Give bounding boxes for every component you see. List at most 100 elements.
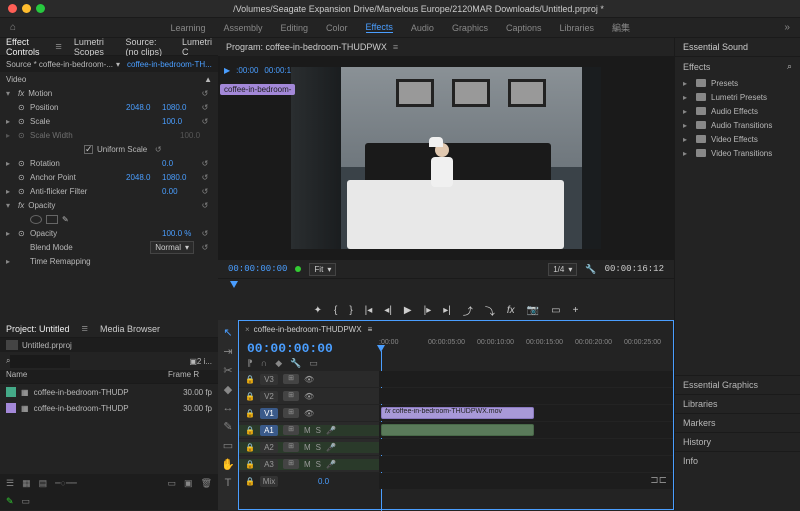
settings-icon[interactable]: 🔧 [290, 358, 301, 369]
reset-icon[interactable]: ↺ [198, 159, 212, 168]
lock-icon[interactable]: 🔒 [245, 375, 255, 384]
selection-tool-icon[interactable]: ↖ [223, 326, 232, 339]
icon-view-icon[interactable]: ▦ [22, 478, 31, 489]
list-item[interactable]: ▦ coffee-in-bedroom-THUDP 30.00 fp [0, 384, 218, 400]
presets-row[interactable]: ▸Presets [675, 76, 800, 90]
bin-filter-icon[interactable]: ▣ [189, 357, 197, 366]
rectangle-tool-icon[interactable]: ▭ [223, 439, 233, 452]
workspace-graphics[interactable]: Graphics [452, 23, 488, 33]
audio-transitions-row[interactable]: ▸Audio Transitions [675, 118, 800, 132]
source-clip-link[interactable]: coffee-in-bedroom-TH... [127, 60, 212, 69]
comparison-icon[interactable]: ▭ [551, 305, 560, 316]
tab-source[interactable]: Source: (no clips) [126, 37, 170, 57]
lock-icon[interactable]: 🔒 [245, 426, 255, 435]
reset-icon[interactable]: ↺ [198, 187, 212, 196]
timecode-right[interactable]: 00:00:16:12 [605, 264, 664, 274]
search-input[interactable] [10, 355, 70, 368]
snap-icon[interactable]: ⁋ [247, 358, 253, 369]
clear-icon[interactable]: 🗑 [201, 478, 212, 489]
tab-lumetri-scopes[interactable]: Lumetri Scopes [74, 37, 114, 57]
mute-button[interactable]: M [304, 426, 311, 435]
video-clip[interactable]: fx coffee-in-bedroom-THUDPWX.mov [381, 407, 534, 419]
eye-icon[interactable]: 👁 [304, 375, 314, 384]
panel-menu-icon[interactable]: ≡ [55, 41, 61, 53]
time-remapping-row[interactable]: ▸Time Remapping [0, 254, 218, 268]
home-icon[interactable]: ⌂ [10, 22, 16, 33]
go-to-out-icon[interactable]: ▸| [443, 305, 451, 316]
overflow-icon[interactable]: » [784, 22, 790, 33]
workspace-libraries[interactable]: Libraries [559, 23, 594, 33]
mix-value[interactable]: 0.0 [318, 477, 329, 486]
solo-button[interactable]: S [316, 426, 321, 435]
panel-menu-icon[interactable]: ≡ [82, 323, 88, 335]
tab-project[interactable]: Project: Untitled [6, 324, 70, 334]
type-tool-icon[interactable]: T [225, 477, 232, 489]
toggle-output-icon[interactable]: ⊞ [283, 459, 299, 469]
reset-icon[interactable]: ↺ [198, 117, 212, 126]
video-transitions-row[interactable]: ▸Video Transitions [675, 146, 800, 160]
video-effects-row[interactable]: ▸Video Effects [675, 132, 800, 146]
info-tab[interactable]: Info [675, 451, 800, 470]
eye-icon[interactable]: 👁 [304, 409, 314, 418]
toggle-output-icon[interactable]: ⊞ [283, 391, 299, 401]
mute-button[interactable]: M [304, 443, 311, 452]
lock-icon[interactable]: 🔒 [245, 409, 255, 418]
playhead-sync-icon[interactable]: ▲ [204, 75, 212, 84]
workspace-editing[interactable]: Editing [281, 23, 309, 33]
bracket-icon[interactable]: ⊐⊏ [650, 475, 667, 486]
toggle-output-icon[interactable]: ⊞ [283, 374, 299, 384]
tab-lumetri-color[interactable]: Lumetri C [182, 37, 212, 57]
list-item[interactable]: ▦ coffee-in-bedroom-THUDP 30.00 fp [0, 400, 218, 416]
close-tab-icon[interactable]: × [245, 325, 250, 334]
timeline-ruler[interactable]: :00:00 00:00:05:00 00:00:10:00 00:00:15:… [379, 337, 673, 371]
workspace-audio[interactable]: Audio [411, 23, 434, 33]
voiceover-icon[interactable]: 🎤 [326, 460, 336, 469]
extract-icon[interactable]: ⤵ [485, 303, 495, 318]
rect-mask-icon[interactable] [46, 215, 58, 224]
reset-icon[interactable]: ↺ [198, 173, 212, 182]
list-view-icon[interactable]: ☰ [6, 478, 14, 489]
linked-selection-icon[interactable]: ∩ [261, 358, 267, 369]
timeline-timecode[interactable]: 00:00:00:00 [247, 341, 371, 356]
lock-icon[interactable]: 🔒 [245, 443, 255, 452]
libraries-tab[interactable]: Libraries [675, 394, 800, 413]
panel-menu-icon[interactable]: ≡ [368, 325, 373, 334]
new-item-icon[interactable]: ▣ [184, 478, 193, 489]
mark-in-icon[interactable]: { [334, 305, 337, 316]
mute-button[interactable]: M [304, 460, 311, 469]
go-to-in-icon[interactable]: |◂ [365, 305, 373, 316]
solo-button[interactable]: S [316, 460, 321, 469]
audio-clip[interactable] [381, 424, 534, 436]
toggle-output-icon[interactable]: ⊞ [283, 425, 299, 435]
timecode-left[interactable]: 00:00:00:00 [228, 264, 287, 274]
tab-effect-controls[interactable]: Effect Controls [6, 37, 43, 57]
solo-button[interactable]: S [316, 443, 321, 452]
sequence-name[interactable]: coffee-in-bedroom-THUDPWX [254, 325, 362, 334]
step-back-icon[interactable]: ◂| [384, 305, 392, 316]
search-icon[interactable]: ⌕ [787, 61, 792, 72]
audio-effects-row[interactable]: ▸Audio Effects [675, 104, 800, 118]
marker-icon[interactable]: ◆ [275, 358, 282, 369]
add-marker-icon[interactable]: ✦ [314, 305, 322, 316]
pen-tool-icon[interactable]: ✎ [223, 420, 232, 433]
history-tab[interactable]: History [675, 432, 800, 451]
reset-icon[interactable]: ↺ [198, 229, 212, 238]
markers-tab[interactable]: Markers [675, 413, 800, 432]
panel-menu-icon[interactable]: ≡ [393, 42, 398, 52]
uniform-scale-checkbox[interactable] [84, 145, 93, 154]
program-ruler[interactable] [218, 278, 674, 300]
lift-icon[interactable]: ⤴ [463, 303, 473, 318]
razor-tool-icon[interactable]: ◆ [224, 383, 232, 396]
workspace-learning[interactable]: Learning [170, 23, 205, 33]
workspace-assembly[interactable]: Assembly [223, 23, 262, 33]
export-frame-icon[interactable]: 📷 [527, 305, 539, 316]
close-icon[interactable] [8, 4, 17, 13]
voiceover-icon[interactable]: 🎤 [326, 443, 336, 452]
pen-mask-icon[interactable]: ✎ [62, 215, 69, 224]
opacity-heading-row[interactable]: ▾fxOpacity↺ [0, 198, 218, 212]
fx-icon[interactable]: fx [507, 305, 515, 316]
voiceover-icon[interactable]: 🎤 [326, 426, 336, 435]
mark-out-icon[interactable]: } [349, 305, 352, 316]
lock-icon[interactable]: 🔒 [245, 460, 255, 469]
essential-sound-tab[interactable]: Essential Sound [675, 38, 800, 56]
